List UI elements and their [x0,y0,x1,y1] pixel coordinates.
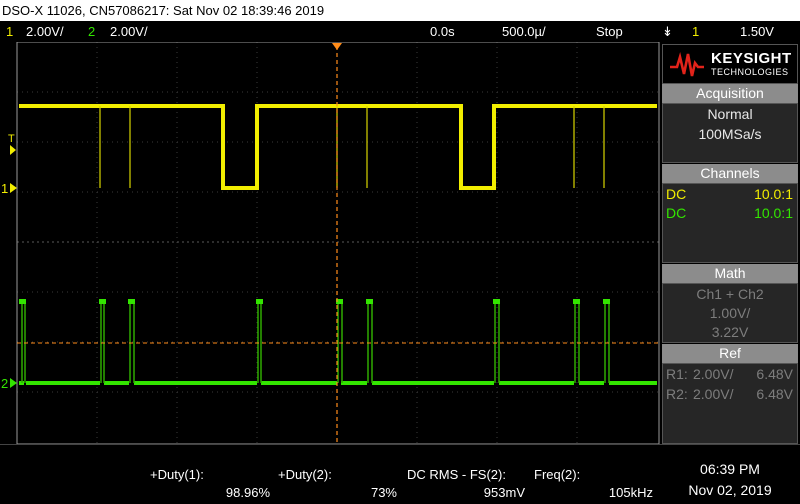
sample-rate: 100MSa/s [698,126,762,142]
trigger-level[interactable]: 1.50V [740,21,774,42]
acquisition-header[interactable]: Acquisition [662,84,798,103]
math-scale: 1.00V/ [709,305,751,321]
ch2-coupling: DC [666,205,687,221]
meas-value-freq: 105kHz [608,485,653,500]
time-delay[interactable]: 0.0s [430,21,455,42]
trigger-edge-icon: ↡ [662,24,673,39]
waveform-display[interactable]: T 1 2 [0,42,660,444]
side-panel: KEYSIGHT TECHNOLOGIES Acquisition Normal… [660,42,800,444]
logo-sub: TECHNOLOGIES [711,67,789,77]
math-expression: Ch1 + Ch2 [696,286,764,302]
math-header[interactable]: Math [662,264,798,283]
keysight-wave-icon [670,52,704,77]
ch1-coupling: DC [666,186,687,202]
meas-value-duty1: 98.96% [225,485,270,500]
meas-label-dcrms[interactable]: DC RMS - FS(2): [407,467,506,482]
ch2-ground-marker: 2 [1,376,8,391]
run-state[interactable]: Stop [596,21,623,42]
ch1-ground-marker: 1 [1,181,8,196]
time-scale[interactable]: 500.0µ/ [502,21,546,42]
ref1-offset: 6.48V [756,366,793,382]
meas-label-duty2[interactable]: +Duty(2): [278,467,332,482]
meas-value-duty2: 73% [370,485,397,500]
meas-value-dcrms: 953mV [483,485,525,500]
acquisition-panel[interactable]: Normal 100MSa/s [662,103,798,163]
math-offset: 3.22V [711,324,749,340]
ref2-label: R2: [666,386,688,402]
math-panel[interactable]: Ch1 + Ch2 1.00V/ 3.22V [662,283,798,343]
ref-header[interactable]: Ref [662,344,798,363]
trigger-level-label: T [8,133,15,145]
ref1-label: R1: [666,366,688,382]
ref2-scale: 2.00V/ [693,386,734,402]
clock-time: 06:39 PM [700,461,760,477]
ref-panel[interactable]: R1: 2.00V/ 6.48V R2: 2.00V/ 6.48V [662,363,798,444]
trigger-level-arrow [10,145,16,155]
logo-brand: KEYSIGHT [711,50,792,67]
channels-header[interactable]: Channels [662,164,798,183]
status-bar: 1 2.00V/ 2 2.00V/ 0.0s 500.0µ/ Stop ↡ 1 … [0,21,800,42]
channels-panel[interactable]: DC 10.0:1 DC 10.0:1 [662,183,798,263]
clock-date: Nov 02, 2019 [688,482,772,498]
keysight-logo: KEYSIGHT TECHNOLOGIES [662,44,798,84]
window-title: DSO-X 11026, CN57086217: Sat Nov 02 18:3… [0,0,800,21]
ref2-offset: 6.48V [756,386,793,402]
trigger-source[interactable]: 1 [692,21,699,42]
meas-label-freq[interactable]: Freq(2): [534,467,580,482]
ch2-probe: 10.0:1 [754,205,793,221]
acquisition-mode: Normal [707,106,753,122]
meas-label-duty1[interactable]: +Duty(1): [150,467,204,482]
ch1-scale[interactable]: 2.00V/ [26,21,64,42]
ch2-scale[interactable]: 2.00V/ [110,21,148,42]
ch2-number[interactable]: 2 [88,21,95,42]
ch1-number[interactable]: 1 [6,21,13,42]
measurement-bar: +Duty(1): 98.96% +Duty(2): 73% DC RMS - … [0,444,800,504]
ref1-scale: 2.00V/ [693,366,734,382]
ch1-probe: 10.0:1 [754,186,793,202]
